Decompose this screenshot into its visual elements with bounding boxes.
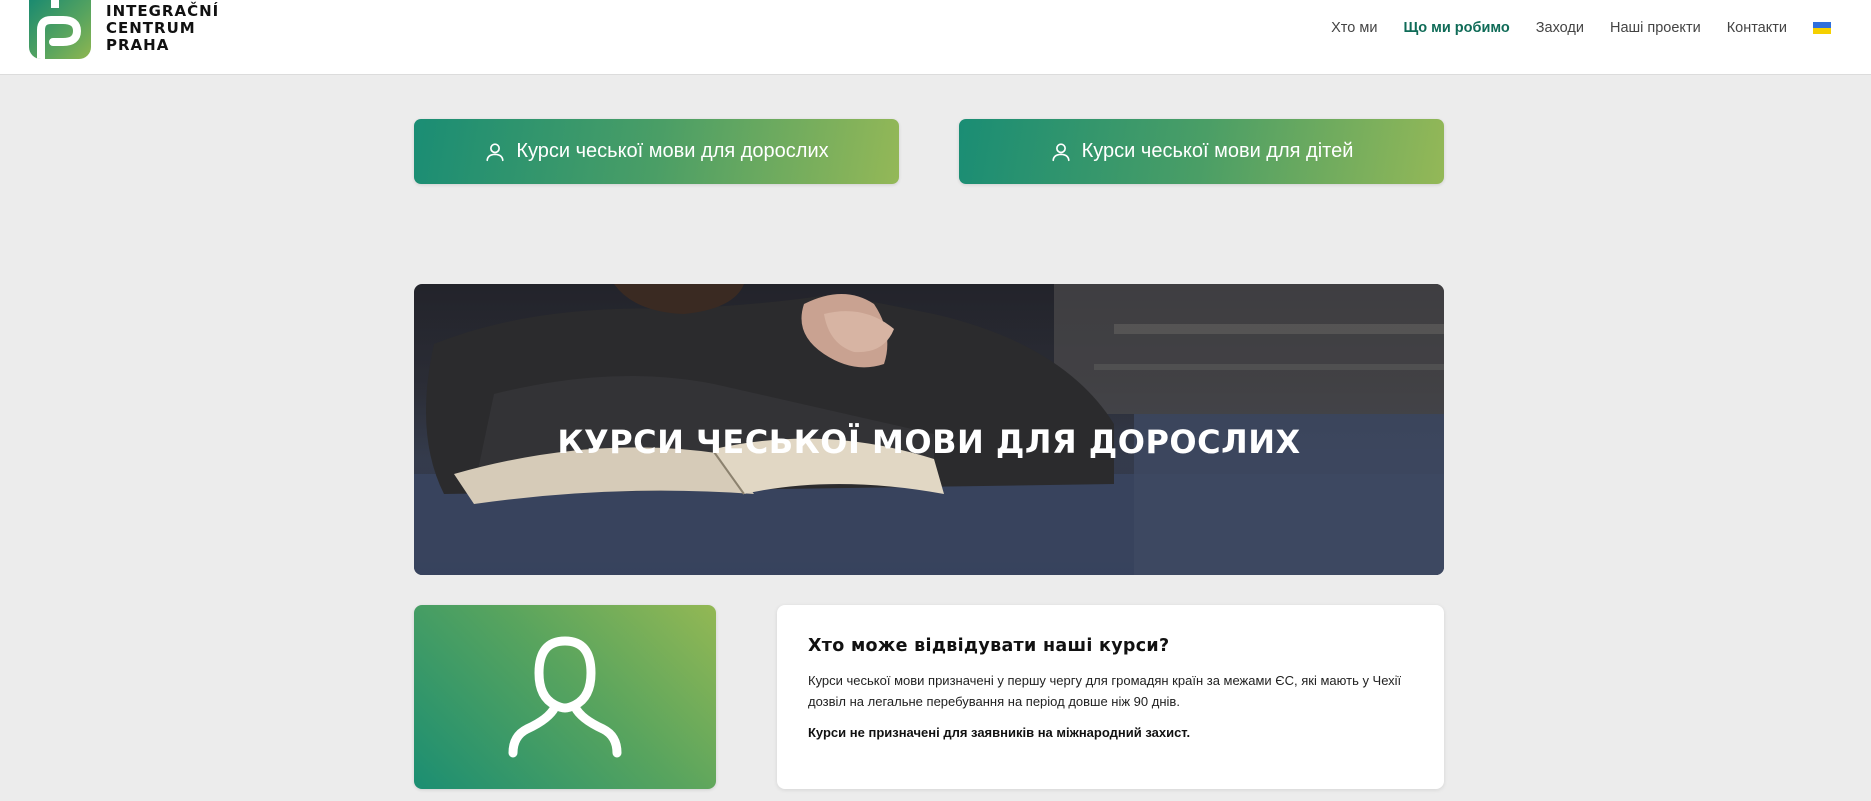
- person-card: [414, 605, 716, 789]
- nav-item-events[interactable]: Заходи: [1536, 20, 1584, 36]
- logo-line-1: INTEGRAČNÍ: [106, 2, 220, 20]
- logo-line-2: CENTRUM: [106, 19, 196, 37]
- person-icon: [484, 141, 506, 163]
- nav-item-what-we-do[interactable]: Що ми робимо: [1403, 20, 1509, 36]
- hero-banner: КУРСИ ЧЕСЬКОЇ МОВИ ДЛЯ ДОРОСЛИХ: [414, 284, 1444, 575]
- nav-item-who-we-are[interactable]: Хто ми: [1331, 20, 1377, 36]
- site-header: INTEGRAČNÍ CENTRUM PRAHA Хто ми Що ми ро…: [0, 0, 1871, 75]
- who-card-title: Хто може відвідувати наші курси?: [808, 636, 1170, 656]
- nav-item-projects[interactable]: Наші проекти: [1610, 20, 1701, 36]
- person-icon: [1050, 141, 1072, 163]
- ukraine-flag-icon[interactable]: [1813, 22, 1831, 34]
- adults-courses-button[interactable]: Курси чеської мови для дорослих: [414, 119, 899, 184]
- person-icon: [508, 636, 622, 758]
- logo-line-3: PRAHA: [106, 36, 170, 54]
- logo-icon: [29, 0, 91, 59]
- main-nav: Хто ми Що ми робимо Заходи Наші проекти …: [1305, 0, 1871, 56]
- who-card-note: Курси не призначені для заявників на між…: [808, 725, 1191, 740]
- adults-courses-label: Курси чеської мови для дорослих: [516, 140, 829, 162]
- children-courses-button[interactable]: Курси чеської мови для дітей: [959, 119, 1444, 184]
- nav-item-contacts[interactable]: Контакти: [1727, 20, 1787, 36]
- hero-title: КУРСИ ЧЕСЬКОЇ МОВИ ДЛЯ ДОРОСЛИХ: [557, 423, 1301, 462]
- logo-text: INTEGRAČNÍ CENTRUM PRAHA: [106, 3, 219, 54]
- children-courses-label: Курси чеської мови для дітей: [1081, 140, 1354, 162]
- who-can-attend-card: Хто може відвідувати наші курси? Курси ч…: [777, 605, 1444, 789]
- who-card-text: Курси чеської мови призначені у першу че…: [808, 673, 1402, 709]
- site-logo[interactable]: INTEGRAČNÍ CENTRUM PRAHA: [29, 0, 219, 62]
